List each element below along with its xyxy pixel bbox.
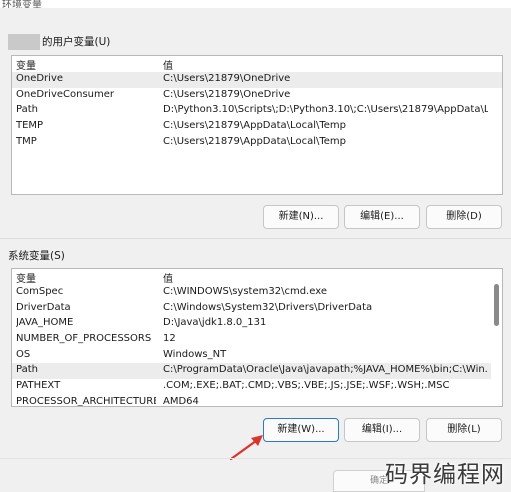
list-row[interactable]: NUMBER_OF_PROCESSORS 12 bbox=[12, 332, 502, 348]
row-variable-value: C:\Users\21879\AppData\Local\Temp bbox=[163, 135, 346, 147]
row-variable-name: JAVA_HOME bbox=[16, 317, 74, 329]
row-variable-value: C:\WINDOWS\system32\cmd.exe bbox=[163, 286, 327, 297]
list-row[interactable]: ComSpec C:\WINDOWS\system32\cmd.exe bbox=[12, 285, 502, 301]
row-variable-value: D:\Java\jdk1.8.0_131 bbox=[163, 317, 267, 329]
row-variable-value: C:\Windows\System32\Drivers\DriverData bbox=[163, 301, 373, 313]
row-variable-name: Path bbox=[16, 364, 38, 376]
system-variables-list[interactable]: 变量 值 ComSpec C:\WINDOWS\system32\cmd.exe… bbox=[11, 268, 503, 407]
list-row[interactable]: PROCESSOR_ARCHITECTURE AMD64 bbox=[12, 395, 502, 407]
user-new-button[interactable]: 新建(N)... bbox=[263, 205, 339, 229]
section-divider bbox=[0, 238, 511, 239]
list-row[interactable]: OneDriveConsumer C:\Users\21879\OneDrive bbox=[12, 88, 502, 104]
row-variable-name: OneDrive bbox=[16, 73, 64, 84]
row-variable-value: AMD64 bbox=[163, 395, 199, 407]
list-row[interactable]: Path D:\Python3.10\Scripts\;D:\Python3.1… bbox=[12, 103, 502, 119]
row-variable-value: C:\Users\21879\OneDrive bbox=[163, 88, 291, 100]
row-variable-name: TEMP bbox=[16, 120, 44, 132]
window-title: 环境变量 bbox=[2, 0, 42, 8]
list-row[interactable]: DriverData C:\Windows\System32\Drivers\D… bbox=[12, 301, 502, 317]
user-variables-group-label: 的用户变量(U) bbox=[8, 34, 110, 50]
row-variable-value: 12 bbox=[163, 333, 176, 345]
redacted-username bbox=[8, 34, 40, 50]
row-variable-name: ComSpec bbox=[16, 286, 64, 297]
column-header-variable[interactable]: 变量 bbox=[16, 270, 156, 285]
row-variable-name: PATHEXT bbox=[16, 380, 61, 392]
list-header: 变量 值 bbox=[12, 56, 502, 72]
list-row[interactable]: OS Windows_NT bbox=[12, 348, 502, 364]
column-header-variable[interactable]: 变量 bbox=[16, 57, 156, 72]
vertical-scrollbar[interactable] bbox=[491, 269, 502, 406]
row-variable-value: C:\Users\21879\AppData\Local\Temp bbox=[163, 120, 346, 132]
user-variables-label: 的用户变量(U) bbox=[42, 36, 111, 48]
system-delete-button[interactable]: 删除(L) bbox=[426, 418, 502, 442]
row-variable-name: TMP bbox=[16, 135, 37, 147]
row-variable-value: Windows_NT bbox=[163, 348, 227, 360]
row-variable-name: PROCESSOR_ARCHITECTURE bbox=[16, 395, 156, 407]
site-watermark: 码界编程网 bbox=[385, 462, 505, 488]
user-delete-button[interactable]: 删除(D) bbox=[426, 205, 502, 229]
column-header-value[interactable]: 值 bbox=[163, 57, 488, 72]
user-edit-button[interactable]: 编辑(E)... bbox=[344, 205, 420, 229]
system-new-button[interactable]: 新建(W)... bbox=[263, 418, 339, 442]
row-variable-name: DriverData bbox=[16, 301, 71, 313]
row-variable-name: OS bbox=[16, 348, 31, 360]
list-header: 变量 值 bbox=[12, 269, 502, 285]
list-row[interactable]: OneDrive C:\Users\21879\OneDrive bbox=[12, 72, 502, 88]
row-variable-name: OneDriveConsumer bbox=[16, 88, 115, 100]
row-variable-value: C:\ProgramData\Oracle\Java\javapath;%JAV… bbox=[163, 364, 488, 376]
window-titlebar: 环境变量 bbox=[0, 0, 511, 8]
row-variable-value: D:\Python3.10\Scripts\;D:\Python3.10\;C:… bbox=[163, 104, 488, 116]
system-variables-label: 系统变量(S) bbox=[8, 250, 65, 262]
list-row[interactable]: TMP C:\Users\21879\AppData\Local\Temp bbox=[12, 135, 502, 151]
scrollbar-thumb[interactable] bbox=[494, 284, 499, 326]
list-row[interactable]: TEMP C:\Users\21879\AppData\Local\Temp bbox=[12, 119, 502, 135]
list-row[interactable]: PATHEXT .COM;.EXE;.BAT;.CMD;.VBS;.VBE;.J… bbox=[12, 379, 502, 395]
row-variable-name: Path bbox=[16, 104, 38, 116]
row-variable-name: NUMBER_OF_PROCESSORS bbox=[16, 333, 152, 345]
list-row[interactable]: Path C:\ProgramData\Oracle\Java\javapath… bbox=[12, 363, 502, 380]
system-edit-button[interactable]: 编辑(I)... bbox=[344, 418, 420, 442]
column-header-value[interactable]: 值 bbox=[163, 270, 488, 285]
user-variables-list[interactable]: 变量 值 OneDrive C:\Users\21879\OneDrive On… bbox=[11, 55, 503, 195]
row-variable-value: .COM;.EXE;.BAT;.CMD;.VBS;.VBE;.JS;.JSE;.… bbox=[163, 380, 450, 392]
row-variable-value: C:\Users\21879\OneDrive bbox=[163, 73, 291, 84]
list-row[interactable]: JAVA_HOME D:\Java\jdk1.8.0_131 bbox=[12, 316, 502, 332]
